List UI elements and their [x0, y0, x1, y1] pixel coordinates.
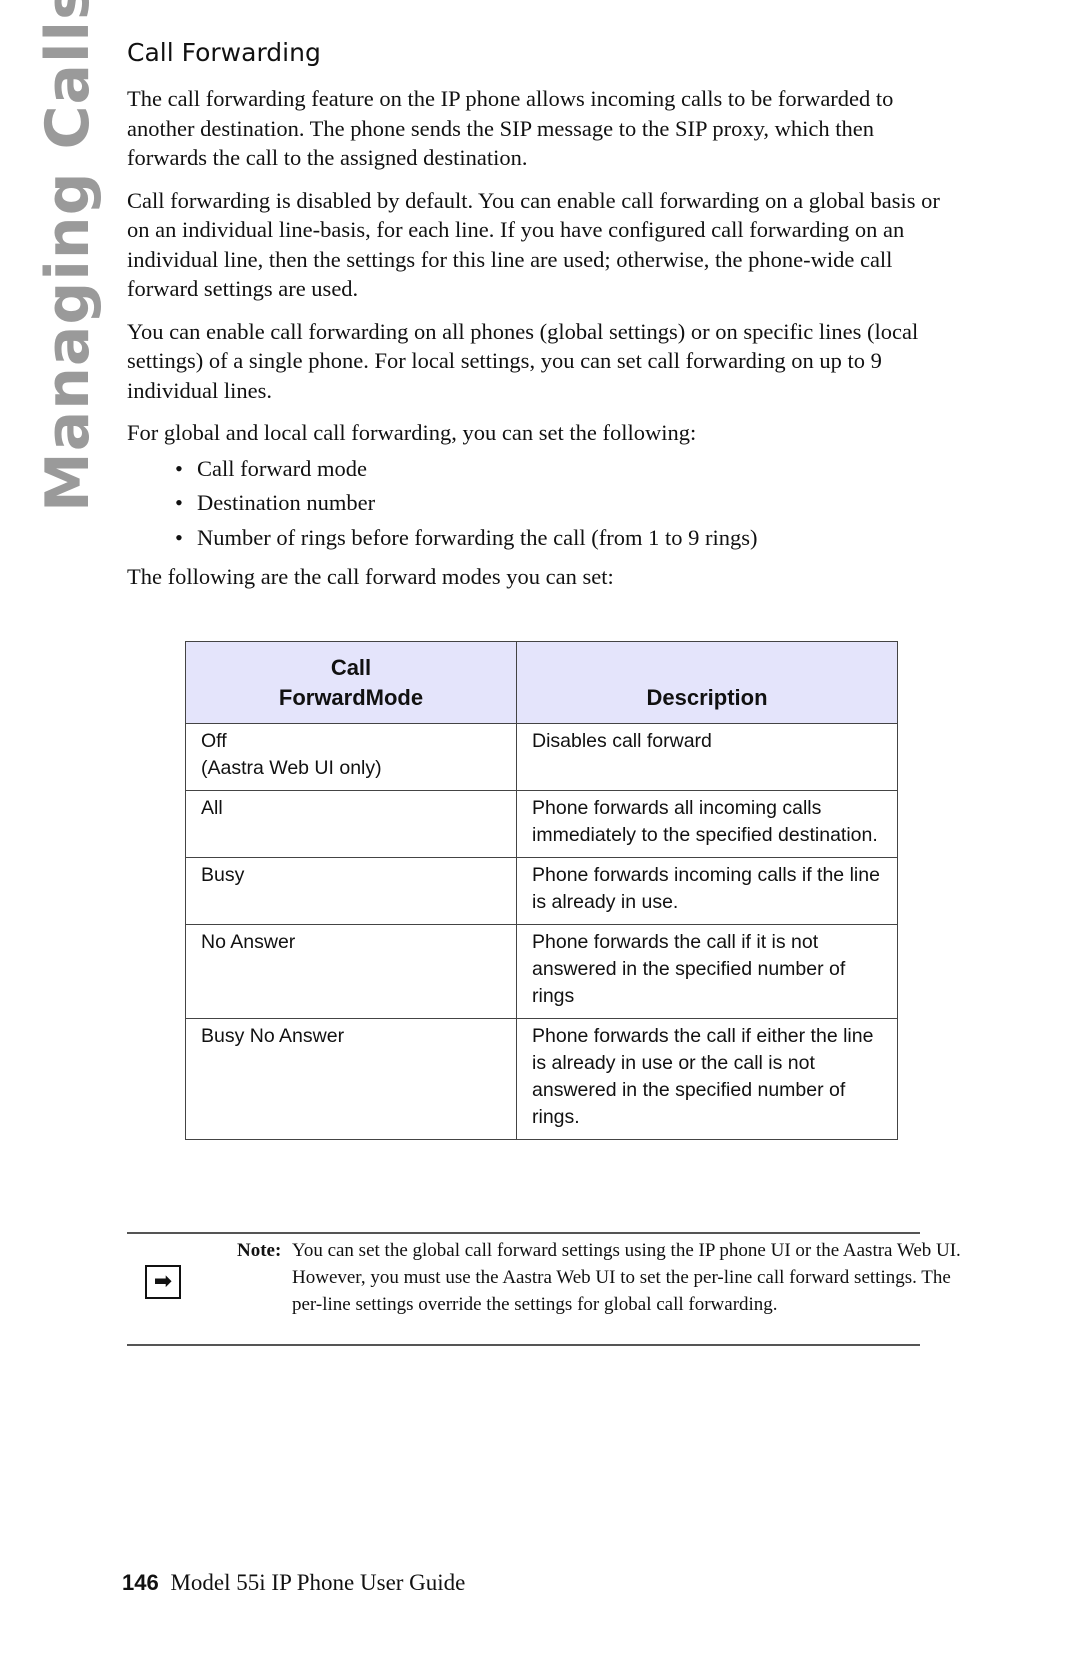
document-title: Model 55i IP Phone User Guide [170, 1570, 466, 1595]
mode-note: (Aastra Web UI only) [201, 757, 382, 779]
header-description: Description [516, 641, 898, 724]
chapter-side-tab: Managing Calls [33, 0, 103, 512]
mode-cell: All [185, 790, 517, 858]
mode-name: Off [201, 730, 227, 752]
list-item: Call forward mode [175, 454, 957, 484]
table-row: Busy Phone forwards incoming calls if th… [185, 857, 898, 925]
paragraph: For global and local call forwarding, yo… [127, 420, 697, 445]
description-cell: Phone forwards the call if either the li… [516, 1018, 898, 1140]
mode-cell: Busy [185, 857, 517, 925]
description-cell: Disables call forward [516, 723, 898, 791]
settings-list: Call forward mode Destination number Num… [127, 454, 957, 553]
section-heading: Call Forwarding [127, 38, 321, 67]
mode-cell: No Answer [185, 924, 517, 1019]
description-cell: Phone forwards incoming calls if the lin… [516, 857, 898, 925]
note-box: ➡ Note: You can set the global call forwa… [127, 1232, 961, 1346]
table-row: No Answer Phone forwards the call if it … [185, 924, 898, 1019]
paragraph: The call forwarding feature on the IP ph… [127, 86, 894, 170]
description-cell: Phone forwards all incoming calls immedi… [516, 790, 898, 858]
arrow-right-icon: ➡ [145, 1265, 181, 1299]
description-cell: Phone forwards the call if it is not ans… [516, 924, 898, 1019]
list-item: Destination number [175, 488, 957, 518]
table-row: All Phone forwards all incoming calls im… [185, 790, 898, 858]
body-text: The call forwarding feature on the IP ph… [127, 84, 957, 605]
table-row: Busy No Answer Phone forwards the call i… [185, 1018, 898, 1140]
table-row: Off (Aastra Web UI only) Disables call f… [185, 723, 898, 791]
page-number: 146 [122, 1570, 159, 1595]
mode-cell: Busy No Answer [185, 1018, 517, 1140]
paragraph: You can enable call forwarding on all ph… [127, 318, 919, 403]
header-mode-line2: ForwardMode [278, 685, 424, 710]
note-body: You can set the global call forward sett… [292, 1240, 961, 1315]
call-forward-modes-table: Call ForwardMode Description Off (Aastra… [185, 641, 898, 1140]
paragraph: Call forwarding is disabled by default. … [127, 187, 940, 302]
page-footer: 146 Model 55i IP Phone User Guide [122, 1570, 465, 1596]
table-intro: The following are the call forward modes… [127, 564, 614, 589]
list-item: Number of rings before forwarding the ca… [175, 523, 957, 553]
header-mode: Call ForwardMode [185, 641, 517, 724]
mode-cell: Off (Aastra Web UI only) [185, 723, 517, 791]
note-label: Note: [237, 1240, 282, 1261]
header-mode-line1: Call [330, 655, 372, 680]
table-header-row: Call ForwardMode Description [185, 641, 898, 724]
note-text: Note: You can set the global call forward… [237, 1237, 977, 1318]
